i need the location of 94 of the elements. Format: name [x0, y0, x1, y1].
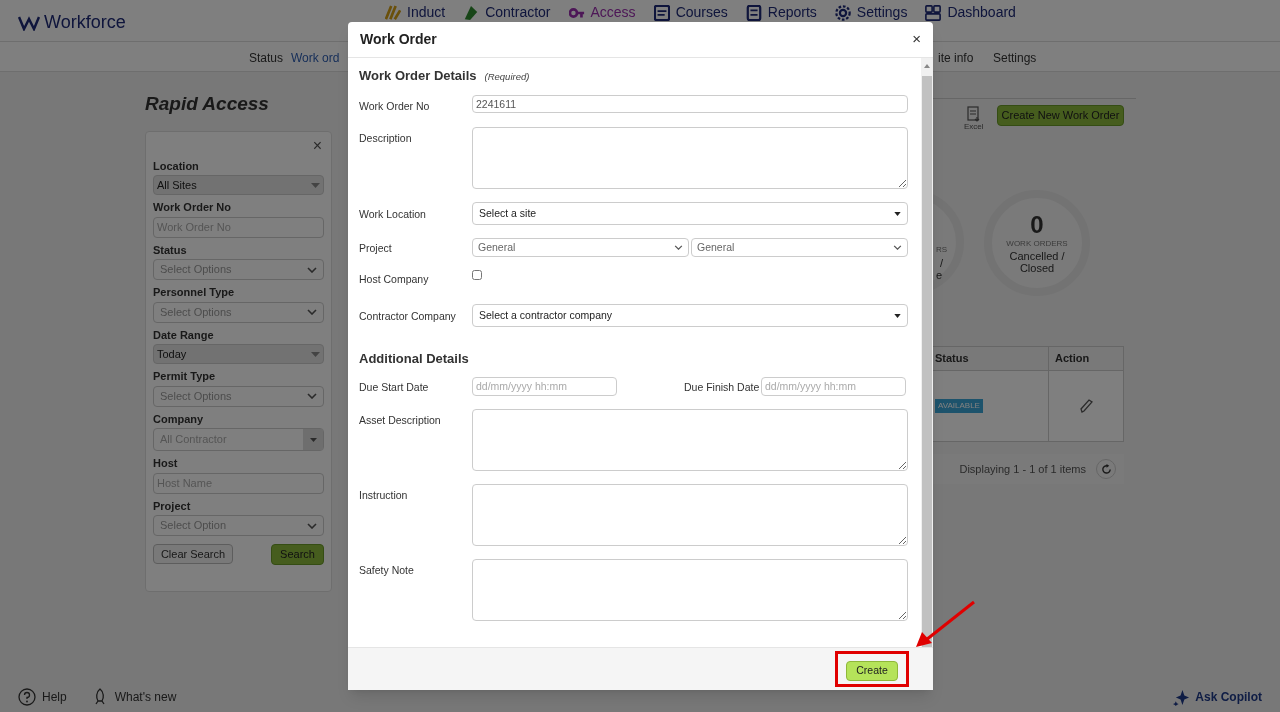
field-label: Company	[153, 411, 205, 427]
chevron-down-icon	[307, 309, 317, 315]
field-label: Asset Description	[359, 412, 442, 428]
field-label: Work Order No	[153, 200, 233, 215]
scrollbar[interactable]	[921, 58, 933, 647]
nav-item[interactable]: Contractor	[463, 2, 551, 23]
chevron-down-icon	[307, 522, 317, 529]
nav-item[interactable]: Settings	[834, 2, 908, 23]
caret-icon	[894, 211, 901, 216]
field-label: Personnel Type	[153, 285, 236, 300]
whats-new-link[interactable]: What's new	[90, 688, 177, 706]
settings-icon	[834, 4, 851, 21]
section-heading: Additional Details	[359, 350, 469, 368]
ask-copilot-button[interactable]: Ask Copilot	[1173, 688, 1262, 706]
chevrons-icon	[385, 4, 401, 21]
field-label: Due Finish Date	[684, 379, 761, 395]
nav-item[interactable]: Dashboard	[925, 2, 1016, 23]
select-field[interactable]: Select a contractor company	[472, 304, 908, 327]
subnav-tab[interactable]: Settings	[993, 49, 1037, 67]
field-label: Work Order No	[359, 98, 431, 114]
text-area[interactable]	[472, 483, 908, 546]
chevron-down-icon	[307, 266, 317, 273]
annotation-arrow	[914, 598, 978, 650]
chevron-down-icon	[893, 245, 902, 251]
dashboard-icon	[925, 4, 942, 21]
chevron-down-icon	[307, 393, 317, 399]
pagination-text: Displaying 1 - 1 of 1 items	[959, 461, 1086, 477]
excel-button[interactable]: Excel	[964, 106, 984, 131]
sparkle-icon	[1173, 688, 1191, 706]
create-button[interactable]: Create	[846, 660, 898, 681]
caret-icon	[311, 351, 320, 357]
field-label: Description	[359, 131, 413, 147]
select-field[interactable]: Select a site	[472, 202, 908, 226]
dropdown[interactable]: Today	[153, 344, 324, 364]
search-button[interactable]: Search	[271, 544, 324, 565]
logo-icon	[18, 14, 40, 31]
caret-icon	[894, 313, 901, 318]
field-label: Location	[153, 158, 200, 174]
dropdown[interactable]: All Sites	[153, 175, 324, 195]
nav-item[interactable]: Access	[568, 2, 636, 23]
caret-icon	[309, 437, 317, 442]
circle-label: /	[940, 256, 944, 271]
column-header: Status	[934, 351, 970, 367]
subnav-tab[interactable]: ite info	[938, 49, 974, 67]
help-link[interactable]: Help	[18, 688, 67, 706]
field-label: Date Range	[153, 327, 215, 343]
status-badge: AVAILABLE	[935, 399, 983, 413]
field-label: Permit Type	[153, 369, 217, 384]
chevron-down-icon	[674, 245, 683, 251]
subnav-tab[interactable]: Work ord	[291, 49, 340, 67]
text-area[interactable]	[472, 127, 908, 190]
create-new-work-order-button[interactable]: Create New Work Order	[997, 105, 1124, 126]
report-icon	[745, 4, 762, 21]
select-field[interactable]: General	[472, 238, 689, 258]
close-button[interactable]: ×	[912, 28, 921, 51]
date-field[interactable]: dd/mm/yyyy hh:mm	[761, 376, 906, 396]
text-area[interactable]	[472, 408, 908, 471]
document-icon	[653, 4, 670, 21]
column-header: Action	[1048, 347, 1123, 370]
select-field[interactable]: General	[691, 238, 908, 258]
field-label: Host Company	[359, 272, 430, 288]
nav-item[interactable]: Courses	[653, 2, 728, 23]
scroll-up-icon	[924, 64, 930, 68]
required-note: (Required)	[484, 70, 530, 84]
field-label: Host	[153, 456, 179, 471]
field-label: Status	[153, 242, 188, 258]
nav-item[interactable]: Reports	[745, 2, 817, 23]
field-label: Safety Note	[359, 562, 415, 578]
close-button[interactable]: ×	[312, 137, 324, 154]
subnav-tab[interactable]: Status	[249, 49, 284, 67]
page-title: Rapid Access	[145, 92, 269, 116]
section-heading: Work Order Details	[359, 67, 477, 85]
checkbox[interactable]	[472, 270, 482, 281]
spreadsheet-icon	[966, 106, 981, 122]
field-label: Project	[153, 498, 192, 514]
text-area[interactable]	[472, 558, 908, 621]
refresh-icon	[1100, 463, 1112, 475]
date-field[interactable]: dd/mm/yyyy hh:mm	[472, 376, 617, 396]
count-text: 0	[1030, 212, 1044, 238]
pencil-icon	[1079, 398, 1093, 414]
help-icon	[18, 688, 36, 706]
field-label: Project	[359, 241, 393, 257]
logo-text: Workforce	[44, 11, 126, 34]
circle-label: e	[936, 268, 943, 283]
field-label: Contractor Company	[359, 309, 457, 324]
caret-icon	[311, 182, 320, 188]
nav-item[interactable]: Induct	[385, 2, 446, 23]
circle-label: Cancelled / Closed	[1008, 250, 1066, 274]
clear-search-button[interactable]: Clear Search	[153, 544, 233, 564]
field-label: Work Location	[359, 207, 427, 223]
field-label: Instruction	[359, 487, 409, 503]
input-field[interactable]: 2241611	[472, 94, 908, 113]
field-label: Due Start Date	[359, 379, 430, 395]
dialog-title: Work Order	[360, 30, 437, 49]
